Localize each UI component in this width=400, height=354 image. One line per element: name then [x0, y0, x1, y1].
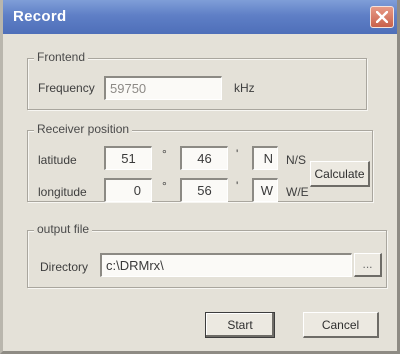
receiver-legend: Receiver position	[34, 122, 133, 136]
window-title: Record	[13, 8, 67, 25]
frontend-group: Frontend Frequency 59750 kHz	[27, 50, 367, 110]
frontend-legend: Frontend	[34, 50, 89, 64]
frequency-unit: kHz	[234, 81, 255, 95]
longitude-minutes-field[interactable]: 56	[180, 178, 228, 202]
longitude-degree-mark: °	[162, 179, 167, 193]
output-legend: output file	[34, 222, 93, 236]
output-file-group: output file Directory c:\DRMrx\ ...	[27, 222, 387, 288]
latitude-direction-field[interactable]: N	[252, 146, 278, 170]
latitude-degree-mark: °	[162, 147, 167, 161]
start-button[interactable]: Start	[205, 312, 275, 338]
title-bar[interactable]: Record	[3, 0, 397, 34]
longitude-degrees-field[interactable]: 0	[104, 178, 152, 202]
receiver-position-group: Receiver position latitude 51 ° 46 ' N N…	[27, 122, 373, 202]
browse-button[interactable]: ...	[354, 253, 382, 277]
latitude-minutes-field[interactable]: 46	[180, 146, 228, 170]
browse-button-label: ...	[362, 257, 373, 271]
frequency-label: Frequency	[38, 81, 95, 95]
latitude-label: latitude	[38, 153, 77, 167]
start-button-label: Start	[227, 318, 253, 332]
record-dialog: Record Frontend Frequency 59750 kHz Rece…	[0, 0, 400, 354]
calculate-button-label: Calculate	[314, 167, 365, 181]
cancel-button[interactable]: Cancel	[303, 312, 379, 338]
directory-label: Directory	[40, 260, 89, 274]
longitude-direction-hint: W/E	[286, 185, 309, 199]
latitude-degrees-field[interactable]: 51	[104, 146, 152, 170]
latitude-direction-hint: N/S	[286, 153, 307, 167]
close-icon	[376, 11, 388, 23]
longitude-label: longitude	[38, 185, 87, 199]
latitude-minute-mark: '	[236, 147, 239, 161]
directory-field[interactable]: c:\DRMrx\	[100, 253, 352, 277]
longitude-minute-mark: '	[236, 179, 239, 193]
cancel-button-label: Cancel	[321, 318, 360, 332]
longitude-direction-field[interactable]: W	[252, 178, 278, 202]
close-button[interactable]	[370, 6, 394, 28]
frequency-field[interactable]: 59750	[104, 76, 222, 100]
calculate-button[interactable]: Calculate	[310, 161, 370, 187]
